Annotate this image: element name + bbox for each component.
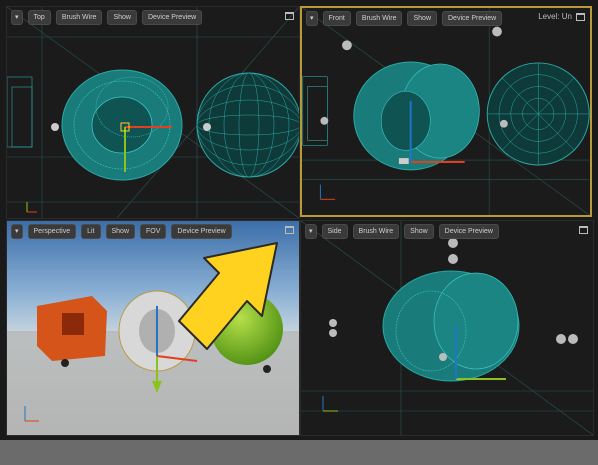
torus-knot-wire-top bbox=[61, 69, 183, 181]
viewport-top[interactable]: ▾ Top Brush Wire Show Device Preview bbox=[6, 6, 300, 219]
sphere-wire-top bbox=[196, 72, 299, 178]
device-preview-button[interactable]: Device Preview bbox=[141, 10, 203, 25]
view-mode-button[interactable]: Brush Wire bbox=[355, 11, 403, 26]
maximize-icon[interactable] bbox=[576, 13, 585, 21]
viewport-front[interactable]: ▾ Front Brush Wire Show Device Preview L… bbox=[300, 6, 592, 217]
maximize-icon[interactable] bbox=[285, 12, 294, 20]
view-type-button[interactable]: Top bbox=[27, 10, 51, 25]
chevron-down-icon[interactable]: ▾ bbox=[11, 224, 23, 239]
maximize-icon[interactable] bbox=[579, 226, 588, 234]
side-scene bbox=[301, 221, 593, 435]
device-preview-button[interactable]: Device Preview bbox=[442, 11, 503, 26]
bottom-bar bbox=[0, 440, 598, 465]
level-label: Level: Un bbox=[538, 12, 572, 21]
show-button[interactable]: Show bbox=[107, 10, 137, 25]
viewport-perspective[interactable]: ▾ Perspective Lit Show FOV Device Previe… bbox=[6, 220, 300, 436]
view-type-button[interactable]: Perspective bbox=[27, 224, 77, 239]
chevron-down-icon[interactable]: ▾ bbox=[305, 224, 317, 239]
view-mode-button[interactable]: Lit bbox=[81, 224, 101, 239]
viewport-grid: ▾ Top Brush Wire Show Device Preview ▾ F… bbox=[0, 0, 598, 440]
show-button[interactable]: Show bbox=[105, 224, 136, 239]
show-button[interactable]: Show bbox=[407, 11, 437, 26]
orange-box-mesh bbox=[37, 296, 107, 361]
view-type-button[interactable]: Side bbox=[321, 224, 348, 239]
maximize-icon[interactable] bbox=[285, 226, 294, 234]
torus-knot-wire-side bbox=[382, 270, 520, 382]
chevron-down-icon[interactable]: ▾ bbox=[11, 10, 23, 25]
sphere-wire-front bbox=[486, 62, 590, 166]
perspective-scene bbox=[7, 221, 299, 435]
view-mode-button[interactable]: Brush Wire bbox=[352, 224, 400, 239]
viewport-side[interactable]: ▾ Side Brush Wire Show Device Preview bbox=[300, 220, 594, 436]
view-mode-button[interactable]: Brush Wire bbox=[55, 10, 103, 25]
torus-knot-wire-front bbox=[353, 61, 480, 171]
device-preview-button[interactable]: Device Preview bbox=[171, 224, 232, 239]
chevron-down-icon[interactable]: ▾ bbox=[306, 11, 318, 26]
view-type-button[interactable]: Front bbox=[322, 11, 351, 26]
front-scene bbox=[302, 8, 590, 215]
top-scene bbox=[7, 7, 299, 218]
device-preview-button[interactable]: Device Preview bbox=[438, 224, 499, 239]
fov-button[interactable]: FOV bbox=[140, 224, 167, 239]
show-button[interactable]: Show bbox=[404, 224, 434, 239]
